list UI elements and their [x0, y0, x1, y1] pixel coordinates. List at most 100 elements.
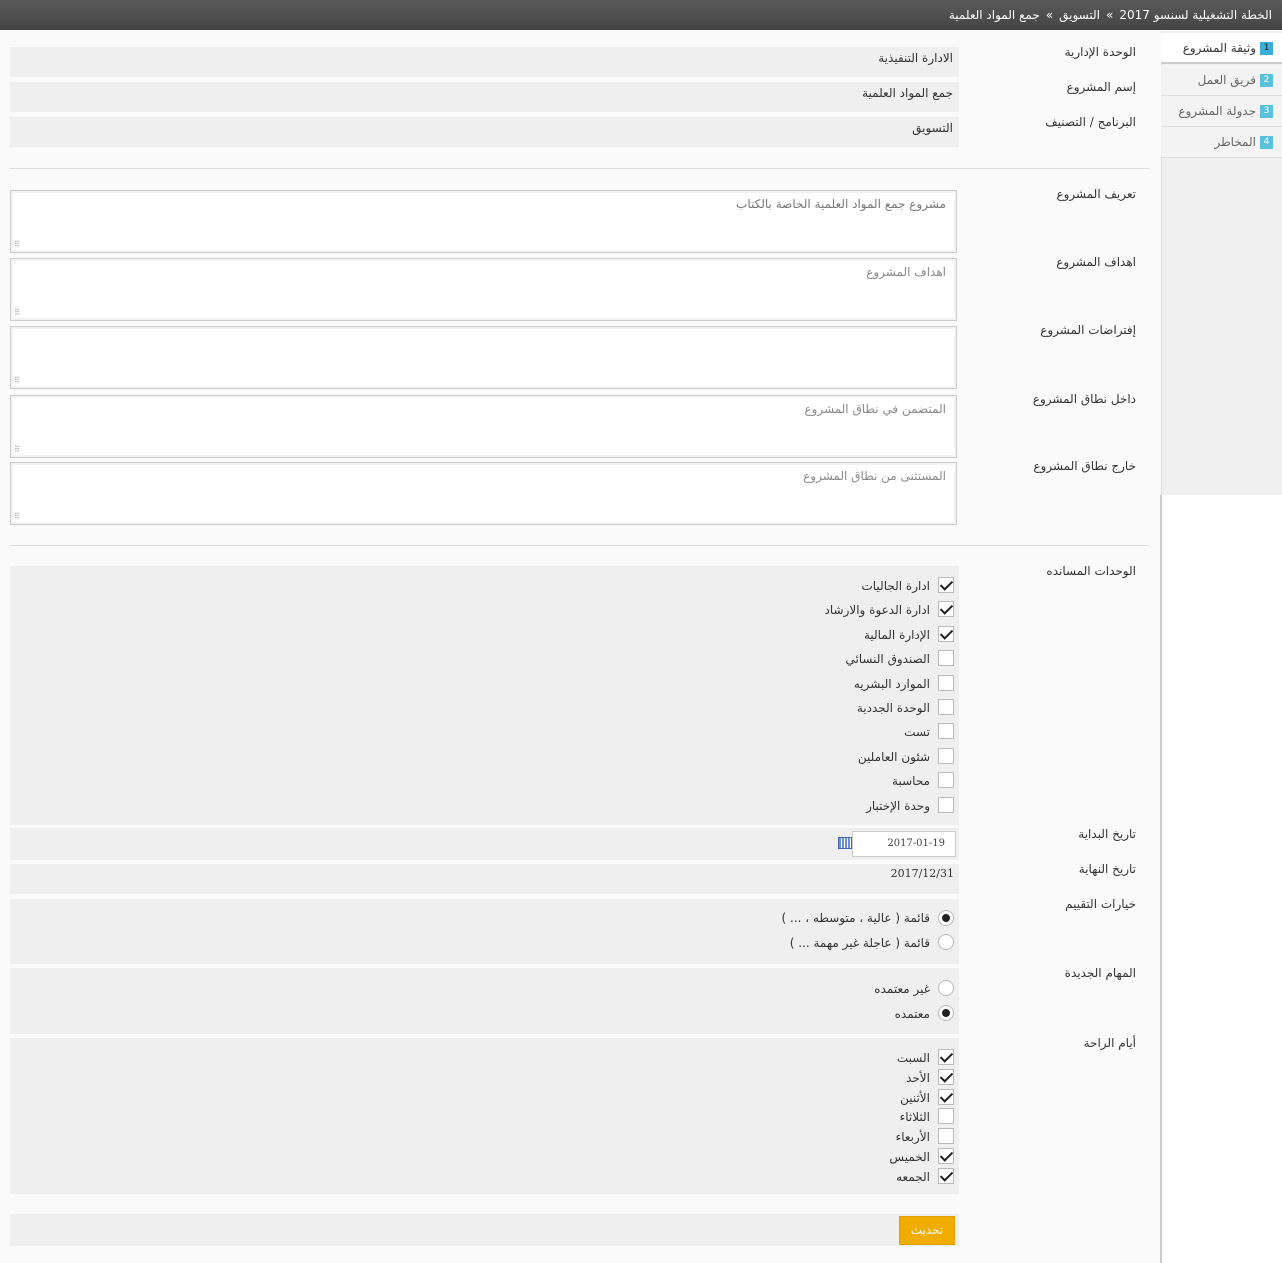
start-date-label: تاريخ البداية — [1078, 827, 1136, 841]
support-unit-label: تست — [904, 725, 930, 740]
step-badge: 4 — [1260, 136, 1273, 149]
support-unit-label: ادارة الجاليات — [861, 579, 930, 593]
breadcrumb-item-plan[interactable]: الخطة التشغيلية لسنسو 2017 — [1119, 8, 1272, 22]
assumptions-textarea-wrap: ⠿ — [10, 326, 957, 389]
evaluation-option-1-label: قائمة ( عالية ، متوسطه ، ... ) — [781, 911, 930, 925]
support-unit-label: وحدة الإختبار — [866, 798, 930, 813]
rest-day-checkbox[interactable] — [938, 1108, 954, 1125]
breadcrumb-item-program[interactable]: التسويق — [1059, 8, 1100, 22]
out-scope-textarea[interactable] — [11, 463, 956, 524]
rest-day-checkbox[interactable] — [938, 1068, 954, 1085]
end-date-field: 2017/12/31 — [10, 864, 959, 894]
support-unit-checkbox[interactable] — [938, 674, 954, 691]
rest-day-checkbox[interactable] — [938, 1049, 954, 1065]
new-tasks-label: المهام الجديدة — [1064, 966, 1136, 980]
support-unit-checkbox[interactable] — [938, 577, 954, 593]
definition-label: تعريف المشروع — [1056, 187, 1136, 201]
update-button[interactable]: تحديث — [899, 1216, 955, 1245]
sidebar-item-label: فريق العمل — [1197, 73, 1256, 87]
support-unit-checkbox[interactable] — [938, 699, 954, 715]
evaluation-label: خيارات التقييم — [1065, 897, 1136, 911]
evaluation-option-2-radio[interactable] — [938, 934, 954, 950]
definition-textarea-wrap: ⠿ — [10, 190, 957, 253]
support-unit-checkbox[interactable] — [938, 601, 954, 618]
rest-day-label: الثلاثاء — [899, 1110, 930, 1125]
rest-day-label: الخميس — [889, 1150, 930, 1164]
support-unit-label: شئون العاملين — [857, 749, 930, 764]
breadcrumb-separator: » — [1045, 8, 1054, 22]
support-unit-checkbox[interactable] — [938, 625, 954, 642]
new-tasks-approved-label: معتمده — [894, 1007, 930, 1021]
section-divider — [10, 168, 1149, 169]
assumptions-textarea[interactable] — [11, 327, 956, 388]
support-unit-label: الوحدة الجددية — [856, 701, 930, 715]
resize-handle-icon[interactable]: ⠿ — [14, 309, 20, 317]
support-unit-label: الموارد البشريه — [853, 676, 930, 691]
support-unit-checkbox[interactable] — [938, 650, 954, 667]
rest-day-checkbox[interactable] — [938, 1167, 954, 1184]
assumptions-label: إفتراضات المشروع — [1040, 323, 1136, 337]
project-name-field: جمع المواد العلمية — [10, 82, 959, 112]
rest-day-label: الأثنين — [900, 1090, 930, 1105]
sidebar-item-project-document[interactable]: 1 وثيقة المشروع — [1161, 33, 1282, 64]
in-scope-textarea-wrap: ⠿ — [10, 395, 957, 458]
rest-day-label: السبت — [896, 1051, 930, 1065]
admin-unit-label: الوحدة الإدارية — [1064, 45, 1136, 59]
new-tasks-unapproved-radio[interactable] — [938, 980, 954, 996]
rest-day-label: الجمعه — [896, 1169, 930, 1184]
rest-day-label: الأحد — [906, 1070, 930, 1085]
evaluation-field — [10, 899, 959, 964]
support-unit-checkbox[interactable] — [938, 747, 954, 764]
new-tasks-field — [10, 968, 959, 1034]
goals-label: اهداف المشروع — [1056, 255, 1136, 269]
support-unit-label: الصندوق النسائي — [845, 652, 930, 667]
new-tasks-unapproved-label: غير معتمده — [874, 982, 930, 996]
program-field: التسويق — [10, 117, 959, 147]
program-value: التسويق — [912, 121, 953, 135]
support-unit-label: محاسبة — [892, 774, 930, 789]
resize-handle-icon[interactable]: ⠿ — [14, 377, 20, 385]
end-date-label: تاريخ النهاية — [1078, 862, 1136, 876]
resize-handle-icon[interactable]: ⠿ — [14, 446, 20, 454]
support-unit-checkbox[interactable] — [938, 772, 954, 789]
sidebar-item-risks[interactable]: 4 المخاطر — [1161, 127, 1282, 158]
project-name-label: إسم المشروع — [1066, 80, 1136, 94]
rest-days-label: أيام الراحة — [1083, 1036, 1136, 1050]
resize-handle-icon[interactable]: ⠿ — [14, 241, 20, 249]
evaluation-option-1-radio[interactable] — [938, 910, 954, 926]
calendar-icon[interactable] — [838, 837, 852, 849]
sidebar-item-team[interactable]: 2 فريق العمل — [1161, 65, 1282, 96]
new-tasks-approved-radio[interactable] — [938, 1005, 954, 1021]
goals-textarea[interactable] — [11, 259, 956, 320]
out-scope-label: خارج نطاق المشروع — [1033, 459, 1136, 473]
end-date-value: 2017/12/31 — [890, 867, 954, 880]
rest-day-checkbox[interactable] — [938, 1148, 954, 1164]
in-scope-textarea[interactable] — [11, 396, 956, 457]
section-divider — [10, 545, 1149, 546]
step-badge: 2 — [1260, 74, 1273, 87]
support-unit-checkbox[interactable] — [938, 723, 954, 740]
start-date-input[interactable]: 2017-01-19 — [852, 831, 956, 857]
rest-day-checkbox[interactable] — [938, 1128, 954, 1145]
sidebar-item-label: المخاطر — [1214, 135, 1256, 149]
start-date-field — [10, 828, 959, 860]
program-label: البرنامج / التصنيف — [1045, 115, 1136, 129]
out-scope-textarea-wrap: ⠿ — [10, 462, 957, 525]
sidebar: 1 وثيقة المشروع 2 فريق العمل 3 جدولة الم… — [1161, 31, 1282, 495]
definition-textarea[interactable] — [11, 191, 956, 252]
support-unit-label: ادارة الدعوة والارشاد — [824, 603, 930, 618]
rest-day-checkbox[interactable] — [938, 1088, 954, 1105]
support-units-field — [10, 566, 959, 825]
resize-handle-icon[interactable]: ⠿ — [14, 513, 20, 521]
sidebar-item-schedule[interactable]: 3 جدولة المشروع — [1161, 96, 1282, 127]
admin-unit-field: الادارة التنفيذية — [10, 47, 959, 77]
step-badge: 3 — [1260, 105, 1273, 118]
breadcrumb-item-project: جمع المواد العلمية — [948, 8, 1040, 22]
support-unit-checkbox[interactable] — [938, 796, 954, 813]
support-unit-label: الإدارة المالية — [863, 627, 930, 642]
actions-bar — [10, 1214, 959, 1246]
step-badge: 1 — [1260, 42, 1273, 55]
rest-day-label: الأربعاء — [895, 1130, 930, 1145]
divider — [1160, 495, 1162, 1263]
breadcrumb: الخطة التشغيلية لسنسو 2017 » التسويق » جمع ا… — [0, 0, 1282, 30]
